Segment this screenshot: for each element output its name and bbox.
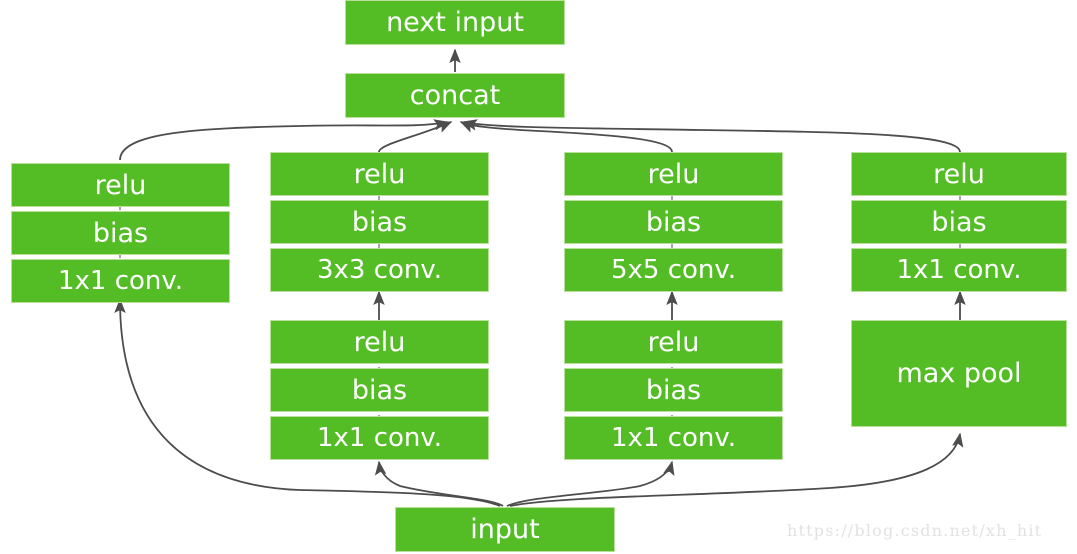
- node-branch3-bottom-bias[interactable]: bias: [564, 368, 783, 412]
- node-branch4-top-bias[interactable]: bias: [851, 200, 1067, 244]
- node-branch4-max-pool[interactable]: max pool: [851, 320, 1067, 427]
- node-branch2-bottom-conv[interactable]: 1x1 conv.: [270, 416, 489, 460]
- node-branch4-top-conv[interactable]: 1x1 conv.: [851, 248, 1067, 292]
- node-branch2-top-conv[interactable]: 3x3 conv.: [270, 248, 489, 292]
- node-branch3-bottom-conv[interactable]: 1x1 conv.: [564, 416, 783, 460]
- node-concat[interactable]: concat: [345, 73, 565, 118]
- node-branch1-bias[interactable]: bias: [11, 211, 230, 255]
- node-branch3-top-bias[interactable]: bias: [564, 200, 783, 244]
- watermark-url: https://blog.csdn.net/xh_hit: [787, 521, 1043, 540]
- node-branch2-bottom-relu[interactable]: relu: [270, 320, 489, 364]
- node-branch2-bottom-bias[interactable]: bias: [270, 368, 489, 412]
- node-branch3-bottom-relu[interactable]: relu: [564, 320, 783, 364]
- node-branch2-top-relu[interactable]: relu: [270, 152, 489, 196]
- edge-branch4-to-concat: [462, 119, 961, 153]
- node-next-input[interactable]: next input: [345, 0, 565, 45]
- node-branch3-top-relu[interactable]: relu: [564, 152, 783, 196]
- node-input[interactable]: input: [395, 507, 615, 552]
- edge-input-to-branch2: [374, 460, 504, 507]
- node-branch3-top-conv[interactable]: 5x5 conv.: [564, 248, 783, 292]
- edge-branch2-to-concat: [378, 121, 453, 153]
- diagram-canvas: next input concat relu bias 1x1 conv. re…: [0, 0, 1077, 554]
- node-branch1-relu[interactable]: relu: [11, 163, 230, 207]
- edge-branch3-to-concat: [459, 121, 673, 153]
- edge-input-to-branch3: [506, 460, 675, 507]
- node-branch4-top-relu[interactable]: relu: [851, 152, 1067, 196]
- node-branch2-top-bias[interactable]: bias: [270, 200, 489, 244]
- node-branch1-conv[interactable]: 1x1 conv.: [11, 259, 230, 303]
